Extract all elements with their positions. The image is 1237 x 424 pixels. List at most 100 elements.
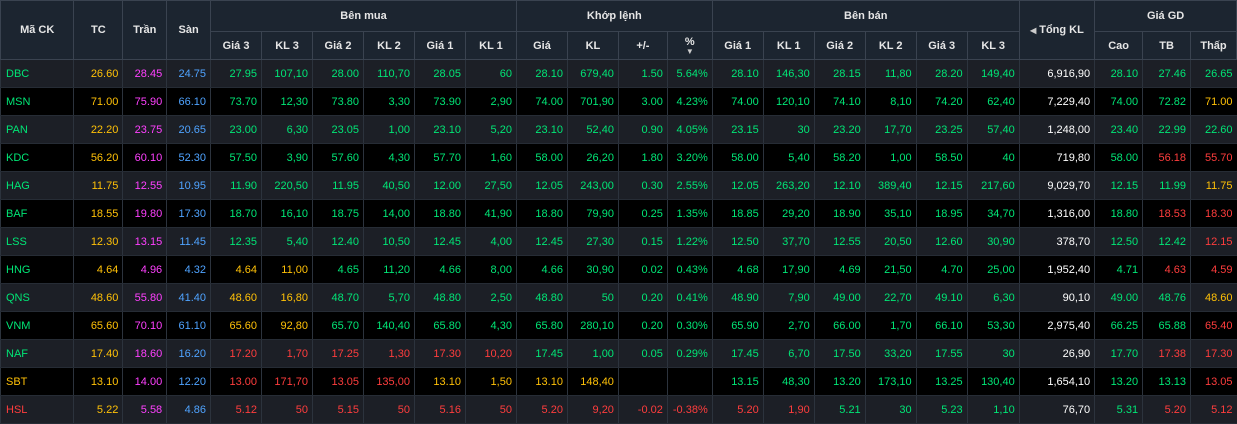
- header-price-col[interactable]: TB: [1142, 31, 1192, 60]
- header-bid-col[interactable]: Giá 2: [312, 31, 364, 60]
- match-pct-cell: 1.22%: [666, 227, 713, 256]
- table-row[interactable]: HNG 4.64 4.96 4.32 4.64 11,00 4.65 11,20 4.66 8,0…: [0, 255, 1237, 284]
- symbol-cell[interactable]: HSL: [0, 395, 74, 424]
- header-price-col[interactable]: Cao: [1094, 31, 1144, 60]
- symbol-cell[interactable]: LSS: [0, 227, 74, 256]
- header-bid-col[interactable]: KL 2: [362, 31, 415, 60]
- symbol-cell[interactable]: SBT: [0, 367, 74, 396]
- header-match-col[interactable]: KL: [566, 31, 619, 60]
- ask-vol-2-cell: 35,10: [864, 199, 917, 228]
- ask-price-3-cell: 49.10: [915, 283, 968, 312]
- header-reference[interactable]: TC: [73, 0, 124, 60]
- ceiling-price-cell: 55.80: [122, 283, 167, 312]
- table-row[interactable]: KDC 56.20 60.10 52.30 57.50 3,90 57.60 4,30 57.7…: [0, 143, 1237, 172]
- header-symbol[interactable]: Mã CK: [0, 0, 75, 60]
- symbol-cell[interactable]: MSN: [0, 87, 74, 116]
- bid-price-3-cell: 73.70: [210, 87, 262, 116]
- avg-price-cell: 17.38: [1142, 339, 1191, 368]
- match-change-cell: 0.30: [617, 171, 668, 200]
- table-row[interactable]: DBC 26.60 28.45 24.75 27.95 107,10 28.00 110,70…: [0, 59, 1237, 88]
- table-row[interactable]: HSL 5.22 5.58 4.86 5.12 50 5.15 50 5.16 50 5.20 9,2…: [0, 395, 1237, 424]
- ref-price-cell: 56.20: [73, 143, 123, 172]
- ref-price-cell: 17.40: [73, 339, 123, 368]
- ask-price-3-cell: 12.60: [915, 227, 968, 256]
- bid-price-1-cell: 28.05: [413, 59, 466, 88]
- ask-price-1-cell: 13.15: [711, 367, 764, 396]
- bid-vol-1-cell: 27,50: [464, 171, 517, 200]
- match-pct-cell: [666, 367, 713, 396]
- bid-vol-1-cell: 60: [464, 59, 517, 88]
- header-ask-col[interactable]: KL 1: [762, 31, 815, 60]
- table-row[interactable]: QNS 48.60 55.80 41.40 48.60 16,80 48.70 5,70 48.…: [0, 283, 1237, 312]
- sort-arrows-icon[interactable]: ◀: [1030, 26, 1036, 35]
- header-ask-col[interactable]: Giá 1: [711, 31, 764, 60]
- ask-price-1-cell: 74.00: [711, 87, 764, 116]
- header-bid-col[interactable]: Giá 1: [413, 31, 466, 60]
- header-match-col[interactable]: +/-: [617, 31, 668, 60]
- table-row[interactable]: LSS 12.30 13.15 11.45 12.35 5,40 12.40 10,50 12.…: [0, 227, 1237, 256]
- bid-price-3-cell: 5.12: [210, 395, 262, 424]
- bid-vol-3-cell: 16,10: [261, 199, 313, 228]
- header-bid-col[interactable]: Giá 3: [210, 31, 263, 60]
- symbol-cell[interactable]: DBC: [0, 59, 74, 88]
- total-volume-cell: 76,70: [1018, 395, 1095, 424]
- ask-vol-2-cell: 20,50: [864, 227, 917, 256]
- symbol-cell[interactable]: QNS: [0, 283, 74, 312]
- bid-vol-2-cell: 4,30: [362, 143, 415, 172]
- ask-vol-3-cell: 57,40: [966, 115, 1020, 144]
- table-row[interactable]: VNM 65.60 70.10 61.10 65.60 92,80 65.70 140,40 6…: [0, 311, 1237, 340]
- low-price-cell: 11.75: [1190, 171, 1237, 200]
- ask-price-3-cell: 4.70: [915, 255, 968, 284]
- ask-price-1-cell: 48.90: [711, 283, 764, 312]
- header-ask-col[interactable]: KL 2: [864, 31, 917, 60]
- symbol-cell[interactable]: KDC: [0, 143, 74, 172]
- match-price-cell: 74.00: [515, 87, 568, 116]
- ask-price-3-cell: 13.25: [915, 367, 968, 396]
- header-price-col[interactable]: Thấp: [1190, 31, 1237, 60]
- bid-price-1-cell: 57.70: [413, 143, 466, 172]
- bid-vol-3-cell: 12,30: [261, 87, 313, 116]
- header-match-pct[interactable]: % ▼: [666, 31, 713, 60]
- symbol-cell[interactable]: VNM: [0, 311, 74, 340]
- bid-price-2-cell: 17.25: [312, 339, 364, 368]
- ask-price-2-cell: 18.90: [813, 199, 866, 228]
- floor-price-cell: 66.10: [166, 87, 211, 116]
- symbol-cell[interactable]: NAF: [0, 339, 74, 368]
- symbol-cell[interactable]: BAF: [0, 199, 74, 228]
- header-ask-col[interactable]: Giá 2: [813, 31, 866, 60]
- header-ask-col[interactable]: Giá 3: [915, 31, 968, 60]
- header-floor[interactable]: Sàn: [166, 0, 212, 60]
- match-pct-cell: 2.55%: [666, 171, 713, 200]
- table-row[interactable]: HAG 11.75 12.55 10.95 11.90 220,50 11.95 40,50 1…: [0, 171, 1237, 200]
- bid-price-3-cell: 12.35: [210, 227, 262, 256]
- ask-vol-3-cell: 149,40: [966, 59, 1020, 88]
- avg-price-cell: 22.99: [1142, 115, 1191, 144]
- match-change-cell: 1.50: [617, 59, 668, 88]
- high-price-cell: 49.00: [1094, 283, 1143, 312]
- header-total-volume[interactable]: ◀ Tổng KL: [1018, 0, 1096, 60]
- table-row[interactable]: BAF 18.55 19.80 17.30 18.70 16,10 18.75 14,00 18…: [0, 199, 1237, 228]
- table-row[interactable]: PAN 22.20 23.75 20.65 23.00 6,30 23.05 1,00 23.1…: [0, 115, 1237, 144]
- floor-price-cell: 4.32: [166, 255, 211, 284]
- table-row[interactable]: SBT 13.10 14.00 12.20 13.00 171,70 13.05 135,00…: [0, 367, 1237, 396]
- floor-price-cell: 4.86: [166, 395, 211, 424]
- ref-price-cell: 22.20: [73, 115, 123, 144]
- sort-desc-icon[interactable]: ▼: [668, 47, 712, 56]
- header-price-group: Giá GD: [1094, 0, 1237, 32]
- table-row[interactable]: MSN 71.00 75.90 66.10 73.70 12,30 73.80 3,30 73.…: [0, 87, 1237, 116]
- bid-vol-3-cell: 220,50: [261, 171, 313, 200]
- table-row[interactable]: NAF 17.40 18.60 16.20 17.20 1,70 17.25 1,30 17.3…: [0, 339, 1237, 368]
- header-ceiling[interactable]: Trần: [122, 0, 168, 60]
- header-match-col[interactable]: Giá: [515, 31, 568, 60]
- header-bid-col[interactable]: KL 3: [261, 31, 313, 60]
- symbol-cell[interactable]: HNG: [0, 255, 74, 284]
- ask-vol-1-cell: 29,20: [762, 199, 815, 228]
- symbol-cell[interactable]: PAN: [0, 115, 74, 144]
- header-ask-col[interactable]: KL 3: [966, 31, 1020, 60]
- high-price-cell: 5.31: [1094, 395, 1143, 424]
- match-change-cell: -0.02: [617, 395, 668, 424]
- bid-price-3-cell: 23.00: [210, 115, 262, 144]
- header-bid-col[interactable]: KL 1: [464, 31, 517, 60]
- header-total-volume-label: Tổng KL: [1039, 24, 1084, 36]
- symbol-cell[interactable]: HAG: [0, 171, 74, 200]
